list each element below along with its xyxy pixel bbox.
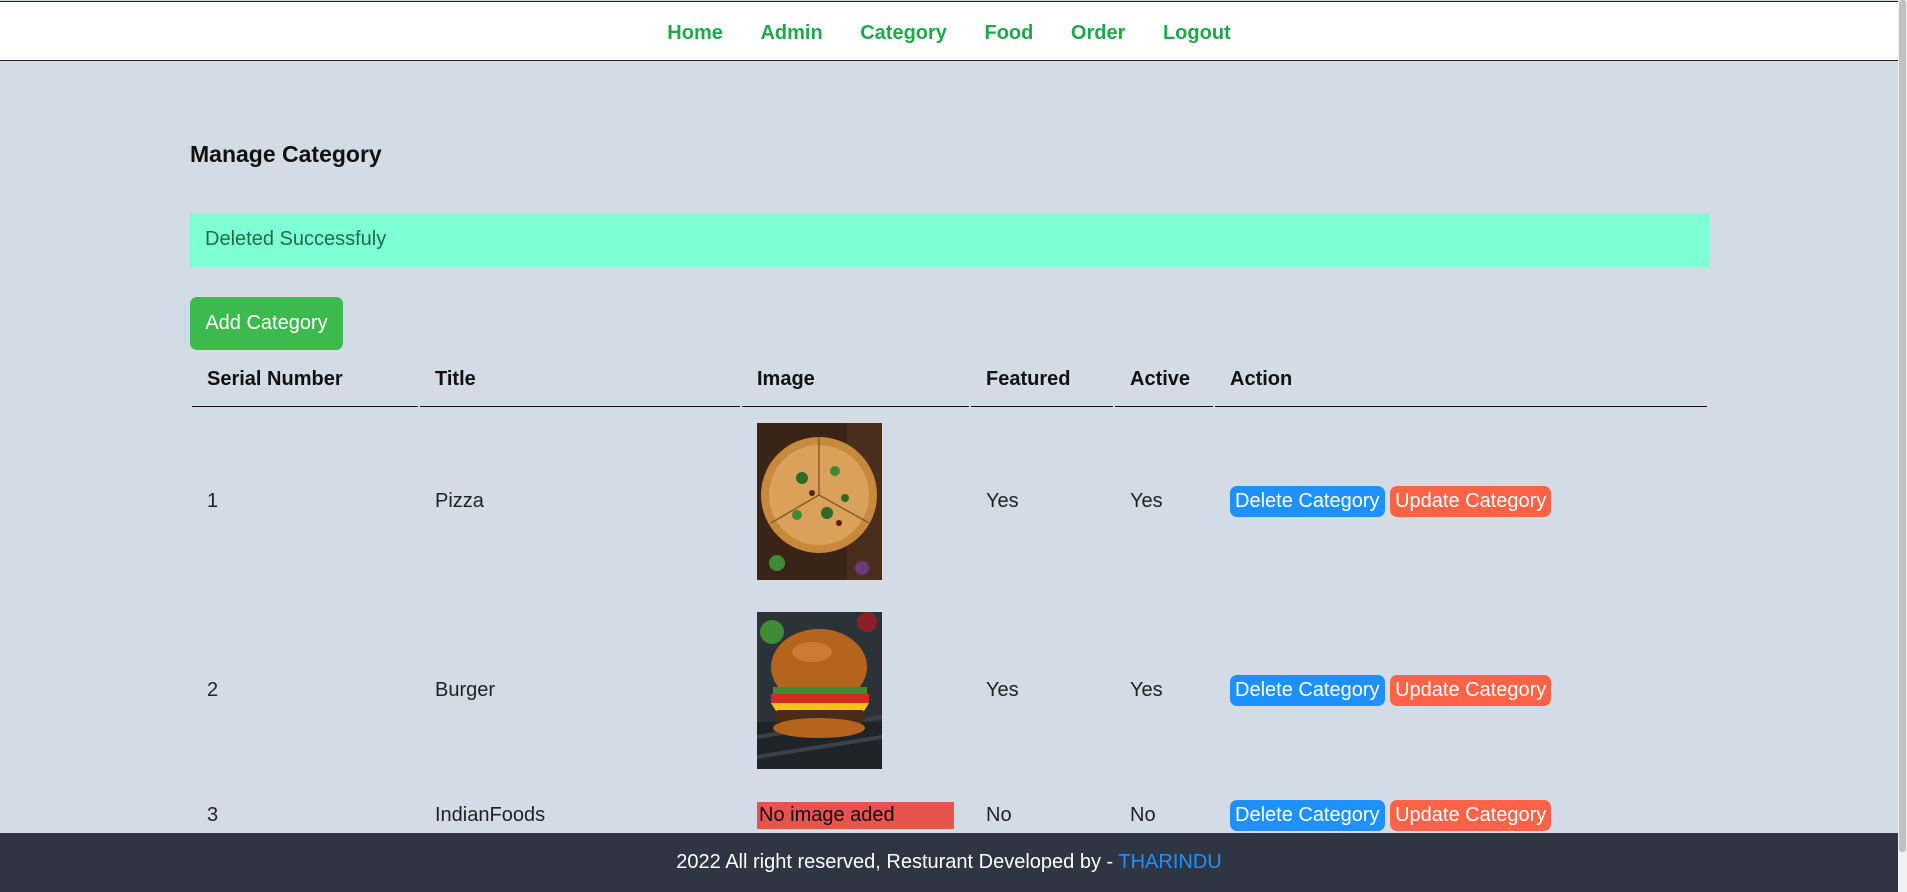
- cell-active: Yes: [1130, 679, 1163, 701]
- top-nav: Home Admin Category Food Order Logout: [0, 1, 1898, 61]
- cell-action: Delete Category Update Category: [1215, 407, 1707, 596]
- delete-category-button[interactable]: Delete Category: [1230, 486, 1385, 517]
- cell-action: Delete Category Update Category: [1215, 596, 1707, 785]
- nav-admin[interactable]: Admin: [760, 22, 822, 44]
- header-featured: Featured: [971, 352, 1113, 407]
- update-category-button[interactable]: Update Category: [1390, 799, 1552, 831]
- cell-title: Pizza: [435, 490, 484, 512]
- scrollbar-thumb[interactable]: [1899, 0, 1906, 852]
- table-header-row: Serial Number Title Image Featured Activ…: [192, 352, 1707, 407]
- pizza-image: [757, 423, 882, 580]
- nav-category[interactable]: Category: [860, 22, 947, 44]
- nav-logout[interactable]: Logout: [1163, 22, 1231, 44]
- nav-order[interactable]: Order: [1071, 22, 1125, 44]
- nav-home[interactable]: Home: [667, 22, 723, 44]
- delete-category-button[interactable]: Delete Category: [1230, 675, 1385, 706]
- category-table: Serial Number Title Image Featured Activ…: [190, 352, 1709, 845]
- table-row: 2 Burger Yes Yes Delete Category Update …: [192, 596, 1707, 785]
- cell-featured: Yes: [986, 490, 1019, 512]
- update-category-button[interactable]: Update Category: [1390, 486, 1552, 517]
- delete-category-button[interactable]: Delete Category: [1230, 799, 1385, 831]
- page-title: Manage Category: [190, 141, 382, 167]
- nav-links: Home Admin Category Food Order Logout: [0, 22, 1898, 45]
- header-title: Title: [420, 352, 740, 407]
- cell-image: [742, 596, 969, 785]
- success-alert: Deleted Successfuly: [190, 213, 1709, 267]
- header-serial-number: Serial Number: [192, 352, 418, 407]
- update-category-button[interactable]: Update Category: [1390, 675, 1552, 706]
- cell-title: Burger: [435, 679, 496, 701]
- header-action: Action: [1215, 352, 1707, 407]
- footer: 2022 All right reserved, Resturant Devel…: [0, 833, 1898, 892]
- footer-author-link[interactable]: THARINDU: [1118, 851, 1221, 873]
- footer-text: 2022 All right reserved, Resturant Devel…: [676, 851, 1119, 873]
- vertical-scrollbar[interactable]: [1898, 0, 1907, 892]
- no-image-message: No image aded: [757, 801, 954, 829]
- add-category-button[interactable]: Add Category: [190, 297, 343, 350]
- cell-serial: 2: [207, 679, 219, 701]
- cell-featured: Yes: [986, 679, 1019, 701]
- header-image: Image: [742, 352, 969, 407]
- table-row: 1 Pizza Yes Yes Delete Category Update C…: [192, 407, 1707, 596]
- cell-image: [742, 407, 969, 596]
- burger-image: [757, 612, 882, 769]
- header-active: Active: [1115, 352, 1213, 407]
- cell-active: Yes: [1130, 490, 1163, 512]
- cell-serial: 1: [207, 490, 219, 512]
- nav-food[interactable]: Food: [984, 22, 1033, 44]
- page: Home Admin Category Food Order Logout Ma…: [0, 0, 1907, 892]
